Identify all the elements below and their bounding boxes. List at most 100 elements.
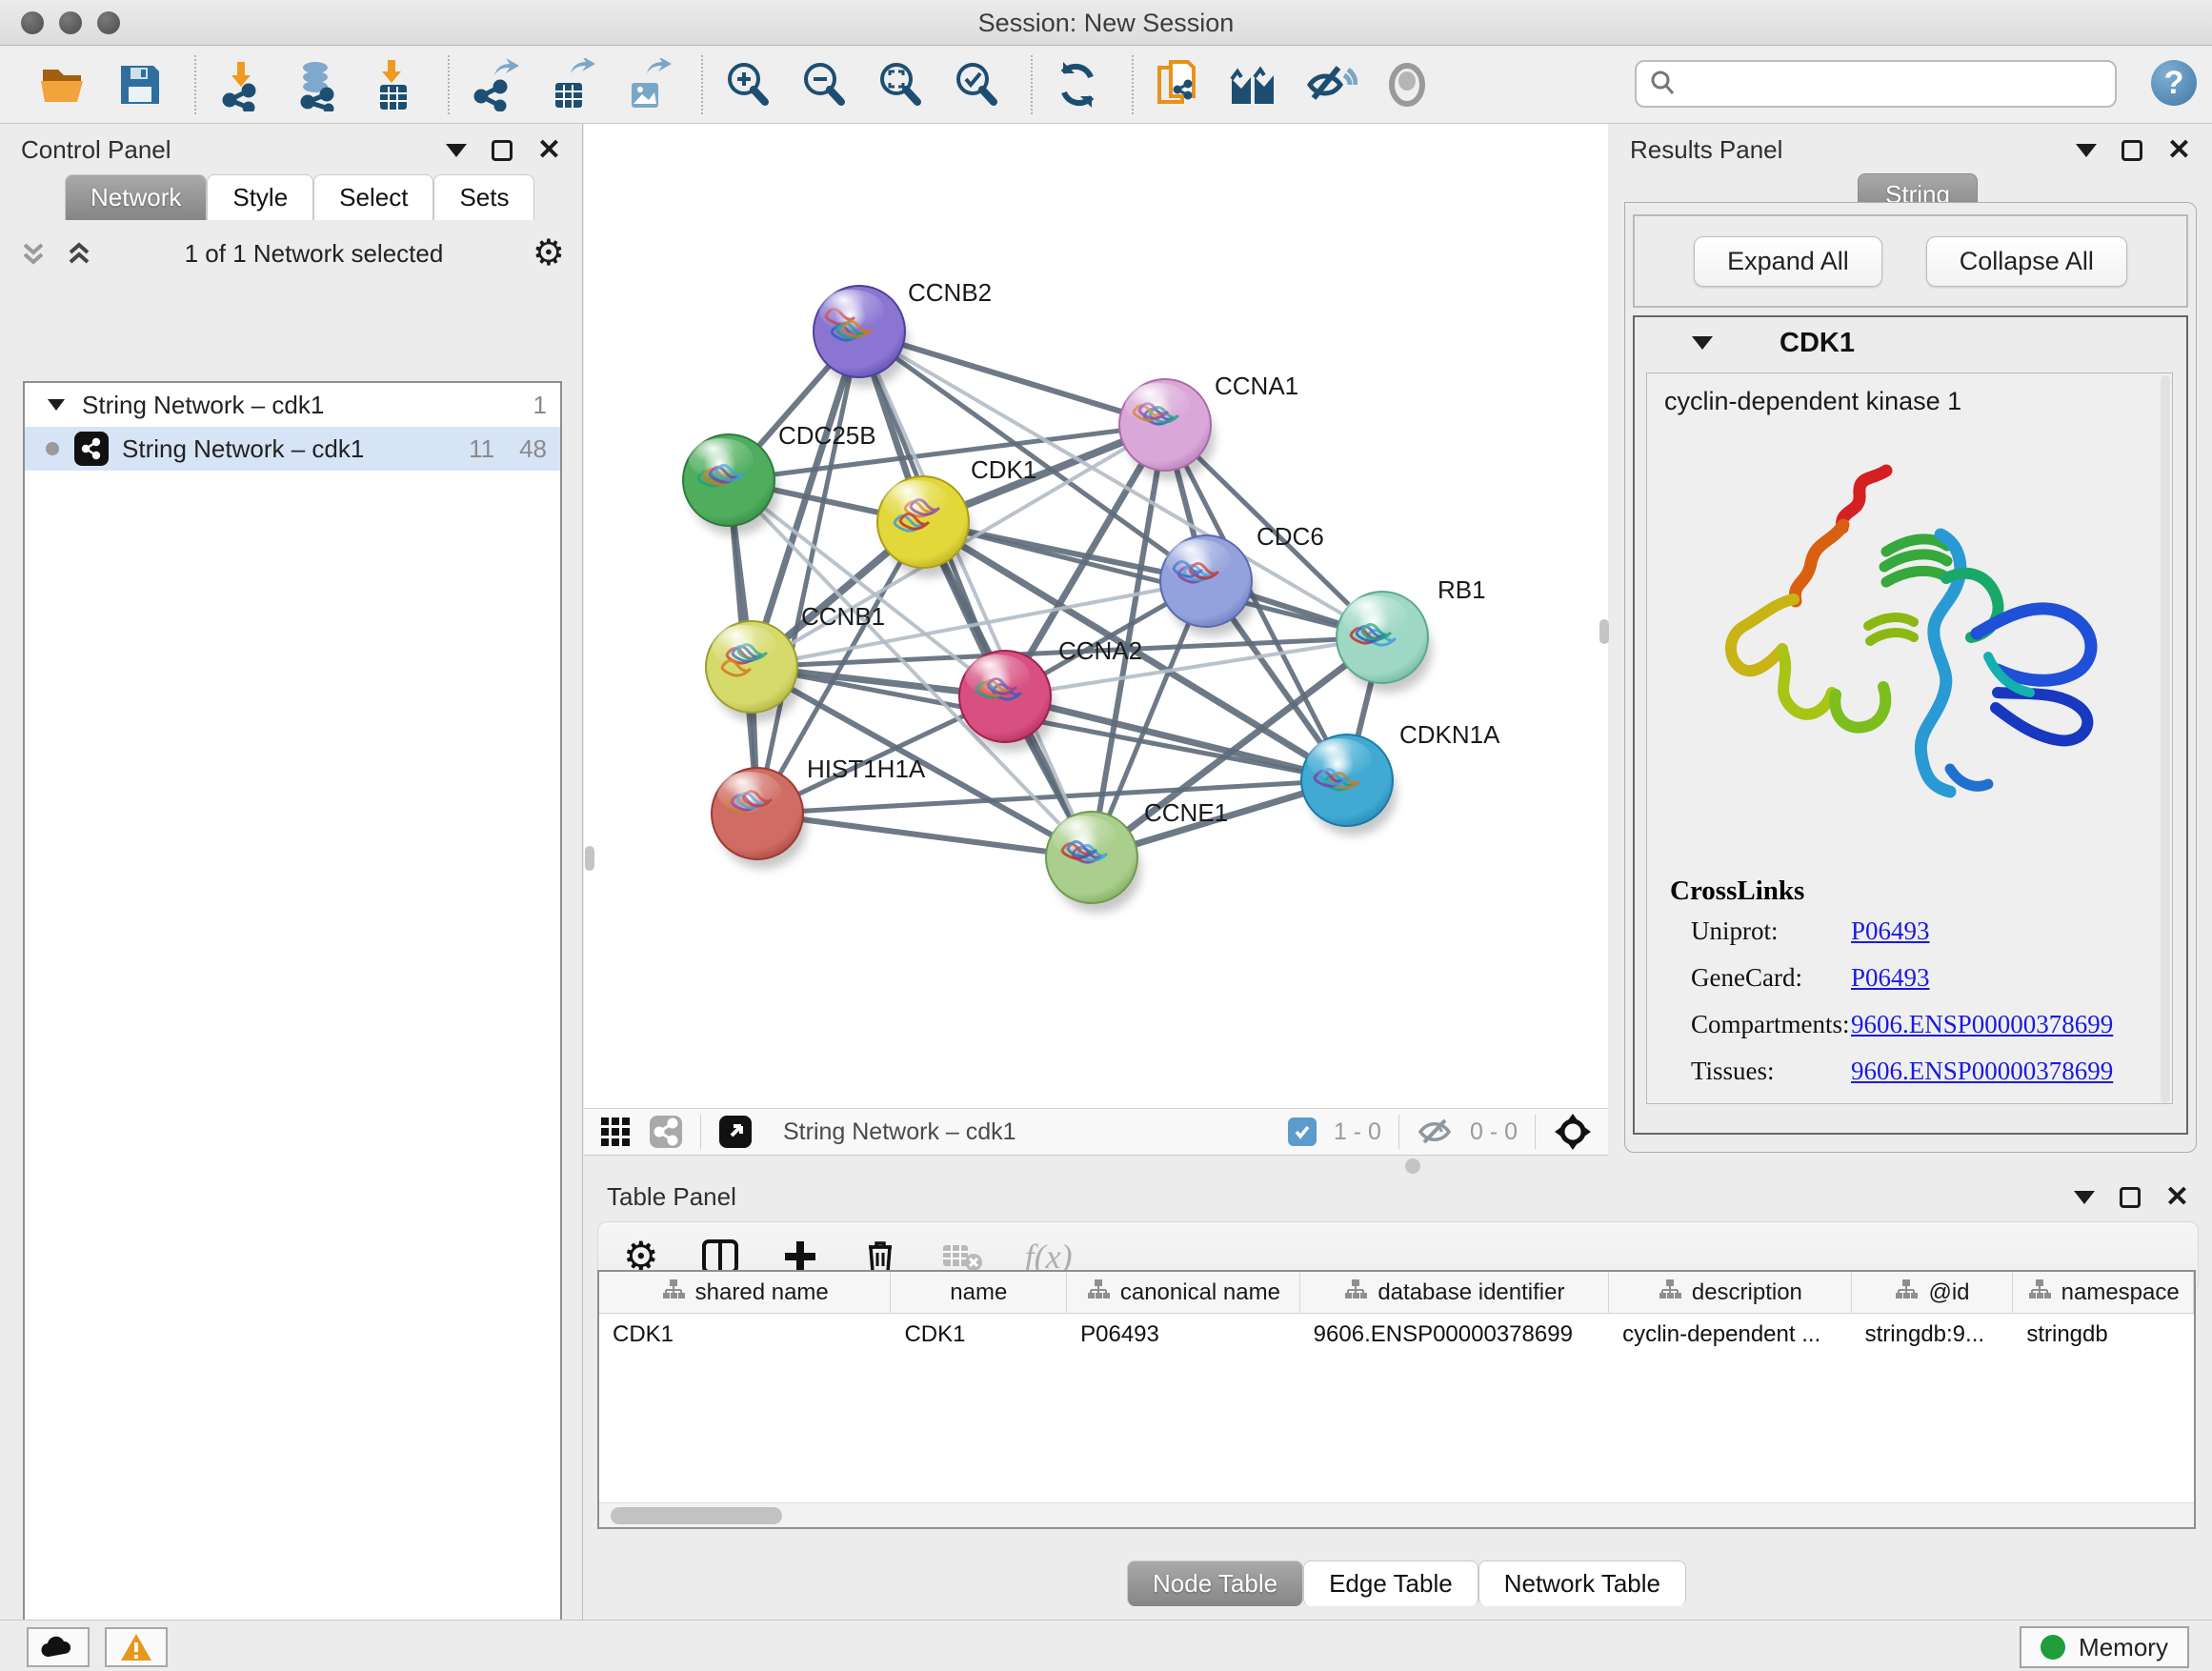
save-session-icon[interactable]: [112, 57, 168, 112]
tab-select[interactable]: Select: [313, 174, 433, 220]
refresh-icon[interactable]: [1050, 57, 1105, 112]
hide-selected-icon[interactable]: [1303, 57, 1358, 112]
float-panel-icon[interactable]: [492, 140, 513, 161]
column-header-@id[interactable]: @id: [1852, 1272, 2014, 1313]
zoom-in-icon[interactable]: [720, 57, 775, 112]
network-share-icon[interactable]: [649, 1115, 683, 1149]
node-CDC6[interactable]: [1160, 535, 1256, 636]
close-panel-icon[interactable]: ✕: [2167, 140, 2191, 161]
node-label-CCNA1: CCNA1: [1215, 372, 1298, 400]
grid-view-icon[interactable]: [599, 1116, 632, 1148]
table-cell[interactable]: 9606.ENSP00000378699: [1300, 1314, 1609, 1356]
control-panel: Control Panel ✕ Network Style Select Set…: [0, 124, 583, 1620]
column-header-canonical-name[interactable]: canonical name: [1067, 1272, 1300, 1313]
network-row-selected[interactable]: String Network – cdk1 11 48: [25, 427, 560, 471]
string-network-graph[interactable]: CCNB2CCNA1CDC25BCDK1CDC6RB1CCNB1CCNA2CDK…: [584, 124, 1608, 1108]
table-cell[interactable]: P06493: [1067, 1314, 1300, 1356]
gene-name: CDK1: [1780, 328, 1855, 359]
first-neighbors-icon[interactable]: [1227, 57, 1282, 112]
panel-menu-icon[interactable]: [446, 144, 467, 157]
node-CDC25B[interactable]: [683, 434, 778, 535]
show-all-icon[interactable]: [1379, 57, 1435, 112]
network-options-gear-icon[interactable]: ⚙: [533, 235, 565, 272]
right-splitter-handle[interactable]: [1599, 619, 1609, 644]
table-cell[interactable]: CDK1: [891, 1314, 1067, 1356]
warnings-button[interactable]: [105, 1627, 168, 1667]
expand-all-button[interactable]: Expand All: [1694, 236, 1882, 287]
help-icon[interactable]: ?: [2151, 60, 2197, 106]
tab-style[interactable]: Style: [207, 174, 313, 220]
expand-all-icon[interactable]: [63, 237, 95, 270]
network-canvas[interactable]: CCNB2CCNA1CDC25BCDK1CDC6RB1CCNB1CCNA2CDK…: [584, 124, 1608, 1108]
panel-menu-icon[interactable]: [2074, 1191, 2095, 1204]
crosslinks-block: CrossLinks Uniprot:P06493GeneCard:P06493…: [1647, 866, 2172, 1104]
column-header-shared-name[interactable]: shared name: [599, 1272, 891, 1313]
import-table-icon[interactable]: [366, 57, 421, 112]
collapse-all-button[interactable]: Collapse All: [1926, 236, 2127, 287]
zoom-out-icon[interactable]: [796, 57, 852, 112]
column-header-database-identifier[interactable]: database identifier: [1300, 1272, 1609, 1313]
edge-H1-E1[interactable]: [757, 814, 1092, 857]
node-table[interactable]: shared namename canonical name database id…: [597, 1270, 2196, 1529]
node-CCNB1[interactable]: [706, 621, 801, 722]
network-collection-row[interactable]: String Network – cdk1 1: [25, 383, 560, 427]
table-horizontal-scrollbar[interactable]: [599, 1502, 2194, 1527]
close-panel-icon[interactable]: ✕: [537, 140, 561, 161]
open-session-icon[interactable]: [36, 57, 91, 112]
import-network-database-icon[interactable]: [290, 57, 345, 112]
zoom-selected-icon[interactable]: [949, 57, 1004, 112]
tab-network-table[interactable]: Network Table: [1478, 1560, 1686, 1606]
column-header-namespace[interactable]: namespace: [2013, 1272, 2194, 1313]
collection-expand-icon[interactable]: [48, 399, 65, 411]
collapse-all-icon[interactable]: [17, 237, 50, 270]
close-panel-icon[interactable]: ✕: [2165, 1187, 2189, 1208]
zoom-fit-icon[interactable]: [873, 57, 928, 112]
cloud-status-button[interactable]: [27, 1627, 90, 1667]
crosslink-link[interactable]: P06493: [1851, 963, 1930, 993]
column-label: canonical name: [1120, 1279, 1280, 1306]
crosslink-link[interactable]: P06493: [1851, 1103, 1930, 1104]
node-HIST1H1A[interactable]: [712, 768, 807, 869]
table-row[interactable]: CDK1CDK1P064939606.ENSP00000378699cyclin…: [599, 1314, 2194, 1356]
node-label-CDKN1A: CDKN1A: [1399, 720, 1500, 749]
node-CCNA1[interactable]: [1119, 379, 1215, 480]
node-CCNE1[interactable]: [1046, 812, 1141, 913]
export-network-icon[interactable]: [467, 57, 522, 112]
column-header-description[interactable]: description: [1609, 1272, 1852, 1313]
toolbar-separator: [194, 55, 196, 114]
table-cell[interactable]: stringdb: [2013, 1314, 2194, 1356]
panel-menu-icon[interactable]: [2076, 144, 2097, 157]
results-scrollbar[interactable]: [2161, 375, 2170, 1103]
export-table-icon[interactable]: [543, 57, 598, 112]
node-CDK1[interactable]: [877, 476, 973, 577]
gene-collapse-icon[interactable]: [1692, 336, 1713, 350]
duplicate-network-icon[interactable]: [1151, 57, 1206, 112]
export-image-icon[interactable]: [619, 57, 674, 112]
panel-splitter-handle[interactable]: [1405, 1158, 1420, 1174]
float-panel-icon[interactable]: [2120, 1187, 2141, 1208]
table-cell[interactable]: stringdb:9...: [1852, 1314, 2014, 1356]
search-box[interactable]: [1635, 60, 2117, 108]
fit-content-crosshair-icon[interactable]: [1553, 1112, 1593, 1152]
table-cell[interactable]: cyclin-dependent ...: [1609, 1314, 1852, 1356]
left-splitter-handle[interactable]: [585, 846, 594, 871]
float-panel-icon[interactable]: [2122, 140, 2142, 161]
selected-nodes-checkbox[interactable]: [1288, 1117, 1317, 1146]
import-network-icon[interactable]: [213, 57, 269, 112]
crosslink-link[interactable]: 9606.ENSP00000378699: [1851, 1010, 2113, 1039]
crosslink-link[interactable]: 9606.ENSP00000378699: [1851, 1057, 2113, 1086]
tab-edge-table[interactable]: Edge Table: [1303, 1560, 1478, 1606]
crosslink-link[interactable]: P06493: [1851, 916, 1930, 946]
scrollbar-thumb[interactable]: [611, 1507, 782, 1524]
node-CDKN1A[interactable]: [1301, 735, 1397, 836]
memory-button[interactable]: Memory: [2020, 1626, 2189, 1668]
tab-network[interactable]: Network: [65, 174, 207, 220]
search-input[interactable]: [1679, 70, 2088, 98]
tab-sets[interactable]: Sets: [433, 174, 534, 220]
node-RB1[interactable]: [1337, 592, 1432, 693]
table-cell[interactable]: CDK1: [599, 1314, 891, 1356]
birdseye-view-icon[interactable]: [718, 1115, 753, 1149]
hidden-eye-icon[interactable]: [1417, 1116, 1453, 1148]
column-header-name[interactable]: name: [891, 1272, 1067, 1313]
tab-node-table[interactable]: Node Table: [1127, 1560, 1303, 1606]
